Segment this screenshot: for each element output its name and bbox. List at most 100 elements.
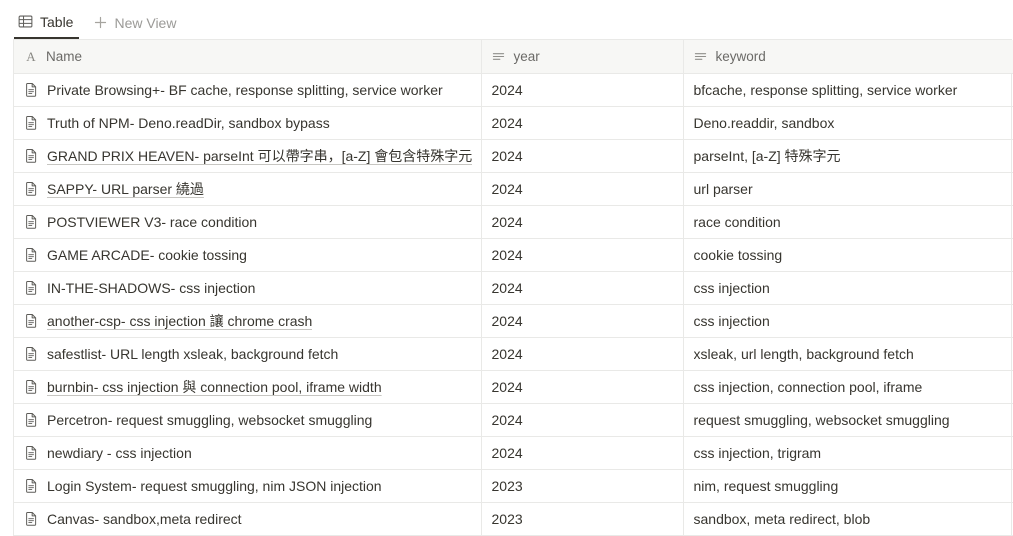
row-title[interactable]: Truth of NPM- Deno.readDir, sandbox bypa… (47, 115, 330, 131)
table-row[interactable]: another-csp- css injection 讓 chrome cras… (14, 304, 1013, 338)
cell-name[interactable]: Private Browsing+- BF cache, response sp… (14, 73, 482, 107)
row-keyword: url parser (693, 180, 753, 197)
row-title[interactable]: GRAND PRIX HEAVEN- parseInt 可以帶字串，[a-Z] … (47, 146, 472, 166)
table-row[interactable]: safestlist- URL length xsleak, backgroun… (14, 337, 1013, 371)
cell-name[interactable]: newdiary - css injection (14, 436, 482, 470)
cell-keyword[interactable]: nim, request smuggling (683, 469, 1013, 503)
page-document-icon (24, 214, 39, 229)
row-keyword: Deno.readdir, sandbox (693, 114, 835, 131)
table-row[interactable]: newdiary - css injection 2024 css injectio… (14, 436, 1013, 470)
table-row[interactable]: GRAND PRIX HEAVEN- parseInt 可以帶字串，[a-Z] … (14, 139, 1013, 173)
cell-year[interactable]: 2024 (481, 172, 684, 206)
tab-table[interactable]: Table (14, 6, 80, 39)
row-title[interactable]: Canvas- sandbox,meta redirect (47, 511, 242, 527)
table-row[interactable]: Private Browsing+- BF cache, response sp… (14, 73, 1013, 107)
table-row[interactable]: SAPPY- URL parser 繞過 2024 url parser (14, 172, 1013, 206)
cell-name[interactable]: Canvas- sandbox,meta redirect (14, 502, 482, 536)
cell-keyword[interactable]: sandbox, meta redirect, blob (683, 502, 1013, 536)
page-document-icon (24, 478, 39, 493)
row-title[interactable]: Private Browsing+- BF cache, response sp… (47, 82, 443, 98)
cell-year[interactable]: 2023 (481, 469, 684, 503)
row-title[interactable]: IN-THE-SHADOWS- css injection (47, 280, 255, 296)
table-row[interactable]: IN-THE-SHADOWS- css injection 2024 css inj… (14, 271, 1013, 305)
row-year: 2024 (491, 279, 523, 296)
table-row[interactable]: Percetron- request smuggling, websocket … (14, 403, 1013, 437)
column-header-name[interactable]: A Name (14, 40, 482, 74)
row-year: 2023 (491, 477, 523, 494)
row-year: 2024 (491, 114, 523, 131)
cell-name[interactable]: IN-THE-SHADOWS- css injection (14, 271, 482, 305)
tab-table-label: Table (40, 13, 74, 30)
row-year: 2023 (491, 510, 523, 527)
cell-name[interactable]: GRAND PRIX HEAVEN- parseInt 可以帶字串，[a-Z] … (14, 139, 482, 173)
cell-keyword[interactable]: css injection, trigram (683, 436, 1013, 470)
cell-year[interactable]: 2024 (481, 205, 684, 239)
cell-keyword[interactable]: race condition (683, 205, 1013, 239)
row-title[interactable]: POSTVIEWER V3- race condition (47, 214, 257, 230)
row-title[interactable]: safestlist- URL length xsleak, backgroun… (47, 346, 338, 362)
row-keyword: race condition (693, 213, 781, 230)
row-year: 2024 (491, 213, 523, 230)
cell-name[interactable]: Percetron- request smuggling, websocket … (14, 403, 482, 437)
cell-name[interactable]: POSTVIEWER V3- race condition (14, 205, 482, 239)
cell-name[interactable]: burnbin- css injection 與 connection pool… (14, 370, 482, 404)
cell-year[interactable]: 2023 (481, 502, 684, 536)
table-row[interactable]: Truth of NPM- Deno.readDir, sandbox bypa… (14, 106, 1013, 140)
data-table-container: A Name year keyword Private Browsing+- B… (13, 39, 1013, 536)
row-title[interactable]: SAPPY- URL parser 繞過 (47, 179, 204, 199)
text-lines-icon (492, 49, 506, 63)
row-title[interactable]: another-csp- css injection 讓 chrome cras… (47, 311, 312, 331)
cell-name[interactable]: Truth of NPM- Deno.readDir, sandbox bypa… (14, 106, 482, 140)
column-header-year[interactable]: year (481, 40, 684, 74)
column-header-keyword[interactable]: keyword (683, 40, 1013, 74)
row-title[interactable]: Percetron- request smuggling, websocket … (47, 412, 372, 428)
cell-name[interactable]: Login System- request smuggling, nim JSO… (14, 469, 482, 503)
page-document-icon (24, 445, 39, 460)
cell-year[interactable]: 2024 (481, 436, 684, 470)
cell-year[interactable]: 2024 (481, 370, 684, 404)
cell-keyword[interactable]: xsleak, url length, background fetch (683, 337, 1013, 371)
row-year: 2024 (491, 444, 523, 461)
cell-keyword[interactable]: bfcache, response splitting, service wor… (683, 73, 1013, 107)
cell-year[interactable]: 2024 (481, 271, 684, 305)
cell-year[interactable]: 2024 (481, 73, 684, 107)
cell-keyword[interactable]: cookie tossing (683, 238, 1013, 272)
row-keyword: xsleak, url length, background fetch (693, 345, 914, 362)
row-keyword: sandbox, meta redirect, blob (693, 510, 871, 527)
cell-name[interactable]: GAME ARCADE- cookie tossing (14, 238, 482, 272)
cell-year[interactable]: 2024 (481, 238, 684, 272)
cell-keyword[interactable]: Deno.readdir, sandbox (683, 106, 1013, 140)
table-row[interactable]: GAME ARCADE- cookie tossing 2024 cookie to… (14, 238, 1013, 272)
row-title[interactable]: GAME ARCADE- cookie tossing (47, 247, 247, 263)
row-title[interactable]: Login System- request smuggling, nim JSO… (47, 478, 382, 494)
cell-year[interactable]: 2024 (481, 337, 684, 371)
row-title[interactable]: newdiary - css injection (47, 445, 192, 461)
cell-year[interactable]: 2024 (481, 106, 684, 140)
cell-year[interactable]: 2024 (481, 403, 684, 437)
cell-keyword[interactable]: css injection (683, 304, 1013, 338)
table-header: A Name year keyword (14, 40, 1013, 74)
table-row[interactable]: burnbin- css injection 與 connection pool… (14, 370, 1013, 404)
title-text-icon: A (26, 48, 36, 64)
row-year: 2024 (491, 180, 523, 197)
cell-year[interactable]: 2024 (481, 304, 684, 338)
cell-keyword[interactable]: parseInt, [a-Z] 特殊字元 (683, 139, 1013, 173)
cell-name[interactable]: SAPPY- URL parser 繞過 (14, 172, 482, 206)
cell-keyword[interactable]: css injection (683, 271, 1013, 305)
page-document-icon (24, 148, 39, 163)
cell-year[interactable]: 2024 (481, 139, 684, 173)
row-title[interactable]: burnbin- css injection 與 connection pool… (47, 377, 382, 397)
cell-keyword[interactable]: request smuggling, websocket smuggling (683, 403, 1013, 437)
table-row[interactable]: Login System- request smuggling, nim JSO… (14, 469, 1013, 503)
cell-name[interactable]: another-csp- css injection 讓 chrome cras… (14, 304, 482, 338)
tab-new-view[interactable]: New View (89, 6, 182, 39)
row-keyword: bfcache, response splitting, service wor… (693, 81, 958, 98)
table-row[interactable]: Canvas- sandbox,meta redirect 2023 sandbox… (14, 502, 1013, 536)
row-year: 2024 (491, 147, 523, 164)
cell-name[interactable]: safestlist- URL length xsleak, backgroun… (14, 337, 482, 371)
cell-keyword[interactable]: url parser (683, 172, 1013, 206)
cell-keyword[interactable]: css injection, connection pool, iframe (683, 370, 1013, 404)
tab-new-view-label: New View (114, 14, 177, 31)
row-year: 2024 (491, 345, 523, 362)
table-row[interactable]: POSTVIEWER V3- race condition 2024 race co… (14, 205, 1013, 239)
